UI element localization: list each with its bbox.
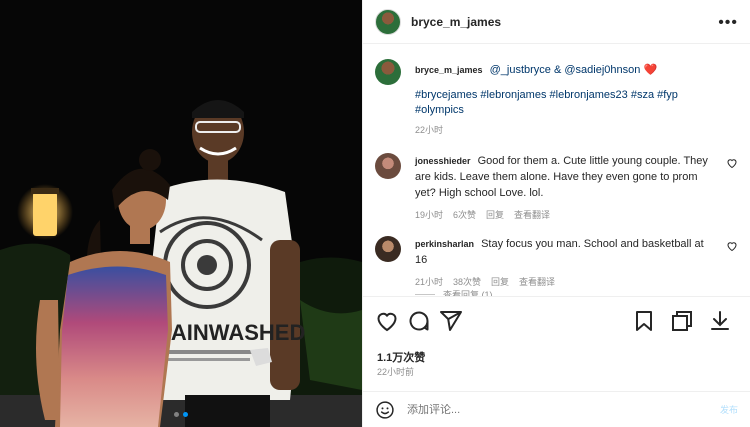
comment-time: 19小时 [415, 210, 444, 220]
share-icon[interactable] [439, 309, 463, 333]
emoji-icon[interactable] [375, 400, 395, 420]
translate-button[interactable]: 查看翻译 [519, 274, 555, 290]
caption-hashtags[interactable]: #brycejames #lebronjames #lebronjames23 … [415, 88, 695, 118]
author-username[interactable]: bryce_m_james [411, 15, 501, 29]
replies-divider [415, 294, 435, 295]
post-header: bryce_m_james ••• [363, 0, 750, 44]
reply-button[interactable]: 回复 [486, 207, 504, 223]
comment-heart-icon[interactable] [726, 157, 738, 169]
comment-item: jonesshieder Good for them a. Cute littl… [375, 153, 738, 223]
shirt-text: RAINWASHED [155, 320, 305, 345]
post-comment-button[interactable]: 发布 [720, 403, 738, 416]
carousel-dot-active[interactable] [183, 412, 188, 417]
comment-composer: 发布 [363, 391, 750, 427]
view-replies-label: 查看回复 (1) [443, 290, 493, 297]
commenter-username[interactable]: jonesshieder [415, 156, 471, 166]
comment-heart-icon[interactable] [726, 240, 738, 252]
view-replies-button[interactable]: 查看回复 (1) [415, 288, 493, 297]
translate-button[interactable]: 查看翻译 [514, 207, 550, 223]
comment-item: perkinsharlan Stay focus you man. School… [375, 236, 738, 290]
post-panel: bryce_m_james ••• bryce_m_james @_justbr… [362, 0, 750, 427]
post-photo[interactable]: RAINWASHED [0, 0, 362, 427]
copy-icon[interactable] [670, 309, 694, 333]
caption-time: 22小时 [415, 125, 444, 135]
lamp [33, 192, 57, 236]
carousel-dot[interactable] [174, 412, 179, 417]
caption: bryce_m_james @_justbryce & @sadiej0hnso… [375, 59, 738, 138]
likes-count[interactable]: 1.1万次赞 [377, 349, 425, 365]
heart-emoji: ❤️ [643, 64, 658, 76]
caption-mentions[interactable]: @_justbryce & @sadiej0hnson [490, 64, 641, 76]
caption-avatar[interactable] [375, 59, 401, 85]
photo-illustration: RAINWASHED [0, 0, 362, 427]
commenter-username[interactable]: perkinsharlan [415, 239, 474, 249]
more-icon[interactable]: ••• [718, 14, 738, 32]
bookmark-icon[interactable] [632, 309, 656, 333]
comments-list[interactable]: bryce_m_james @_justbryce & @sadiej0hnso… [363, 45, 750, 297]
commenter-avatar[interactable] [375, 236, 401, 262]
action-bar [375, 306, 740, 336]
heart-icon[interactable] [375, 309, 399, 333]
comment-icon[interactable] [407, 309, 431, 333]
comment-input[interactable] [407, 403, 687, 416]
post-time: 22小时前 [377, 367, 415, 377]
reply-button[interactable]: 回复 [491, 274, 509, 290]
download-icon[interactable] [708, 309, 732, 333]
caption-username[interactable]: bryce_m_james [415, 65, 483, 75]
comment-likes[interactable]: 6次赞 [453, 207, 476, 223]
author-avatar[interactable] [375, 8, 401, 35]
carousel-dots [174, 412, 188, 417]
commenter-avatar[interactable] [375, 153, 401, 179]
